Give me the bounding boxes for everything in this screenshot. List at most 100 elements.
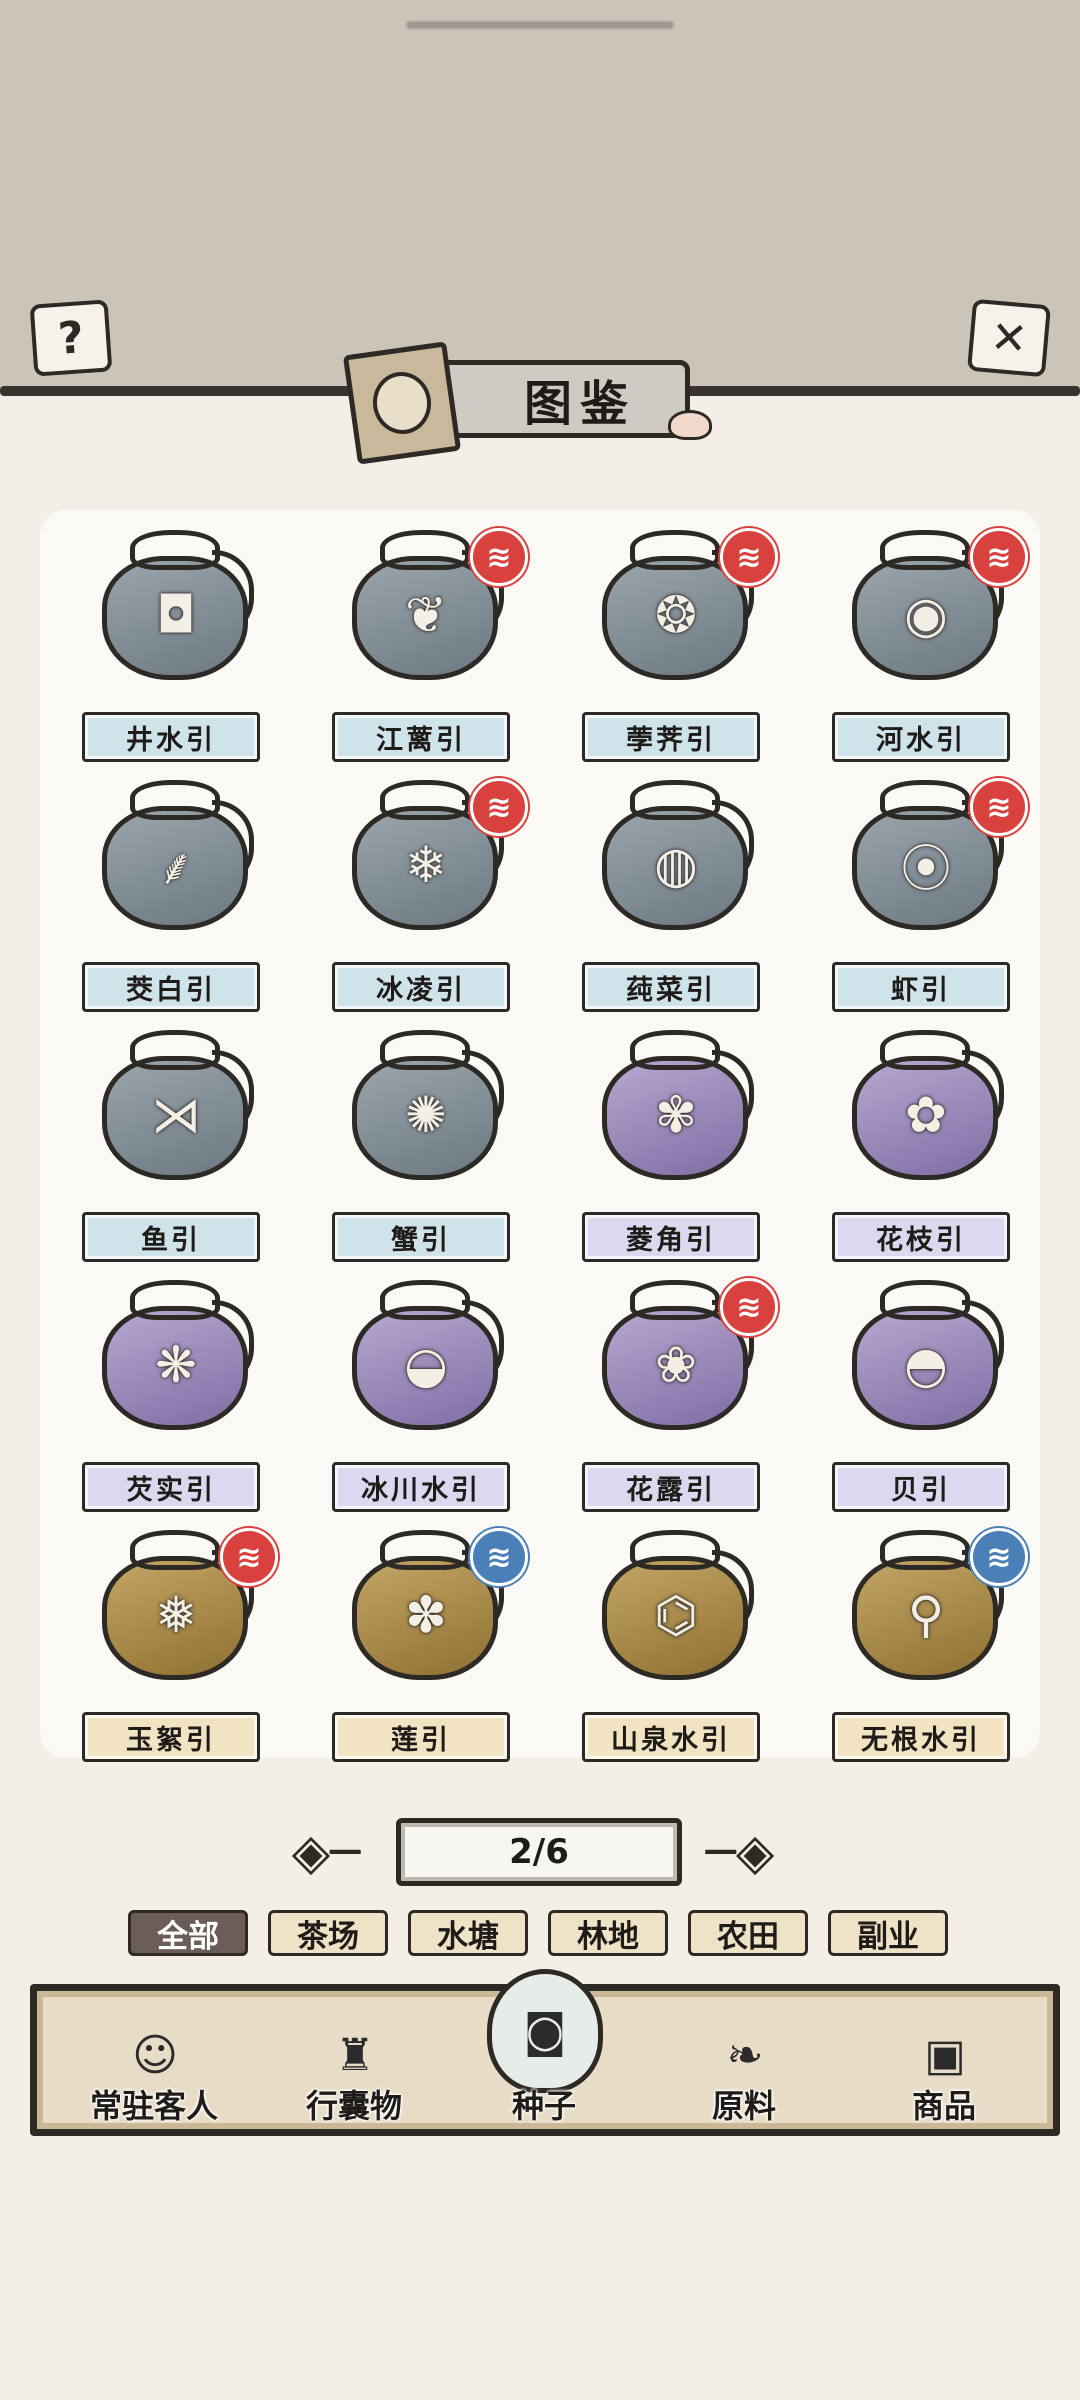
close-x-icon: ✕ xyxy=(988,310,1030,366)
seed-item[interactable]: ⚲ ≋ 无根水引 xyxy=(830,1528,1030,1762)
seed-item[interactable]: ✾ 菱角引 xyxy=(580,1030,780,1262)
bag-knot xyxy=(880,780,970,820)
seed-item[interactable]: ◉ ≋ 河水引 xyxy=(830,528,1030,762)
seed-item[interactable]: ❋ 芡实引 xyxy=(80,1280,280,1512)
bag-knot xyxy=(380,530,470,570)
seed-bag: ◓ xyxy=(850,1280,1004,1432)
seed-label: 莼菜引 xyxy=(582,962,760,1012)
bag-knot xyxy=(130,780,220,820)
filter-tab[interactable]: 林地 xyxy=(548,1910,668,1956)
title-scroll: 图鉴 xyxy=(420,360,690,438)
bottom-tab[interactable]: ☺ 常驻客人 xyxy=(59,1991,249,2129)
red-seal-stamp-icon: ≋ xyxy=(720,528,778,586)
seed-item[interactable]: ◓ 贝引 xyxy=(830,1280,1030,1512)
bag-knot xyxy=(380,780,470,820)
flower-dew-icon: ❀ xyxy=(655,1336,697,1394)
seed-item[interactable]: ❦ ≋ 江蓠引 xyxy=(330,528,530,762)
prev-page-button[interactable]: ◈─ xyxy=(274,1823,378,1881)
seed-item[interactable]: ❂ ≋ 荸荠引 xyxy=(580,528,780,762)
title-banner: 图鉴 xyxy=(342,341,712,465)
seed-label: 蟹引 xyxy=(332,1212,510,1262)
glacier-water-bowl-icon: ◒ xyxy=(404,1336,448,1394)
red-seal-stamp-icon: ≋ xyxy=(720,1278,778,1336)
seed-bag: ✾ xyxy=(600,1030,754,1182)
seed-item[interactable]: ◘ 井水引 xyxy=(80,530,280,762)
seed-item[interactable]: ✿ 花枝引 xyxy=(830,1030,1030,1262)
water-shield-bowl-icon: ◍ xyxy=(654,836,698,894)
crab-icon: ✺ xyxy=(405,1086,447,1144)
red-seal-stamp-icon: ≋ xyxy=(470,528,528,586)
bag-knot xyxy=(130,1030,220,1070)
close-button[interactable]: ✕ xyxy=(967,298,1051,378)
seaweed-twig-icon: ❦ xyxy=(405,586,447,644)
seed-grid-panel: ◘ 井水引 ❦ ≋ 江蓠引 ❂ ≋ 荸荠引 ◉ ≋ 河水引 ⸙ 茭白引 ❄ ≋ 冰凌引 ◍ 莼菜引 ⦿ ≋ 虾引 ⋊ 鱼引 ✺… xyxy=(40,510,1040,1762)
seed-bag: ⌬ xyxy=(600,1530,754,1682)
ornate-left-arrow-icon: ◈─ xyxy=(291,1823,361,1881)
bottom-tab[interactable]: ❧ 原料 xyxy=(649,1991,839,2129)
filter-tab[interactable]: 农田 xyxy=(688,1910,808,1956)
seed-item[interactable]: ⸙ 茭白引 xyxy=(80,780,280,1012)
seed-item[interactable]: ⋊ 鱼引 xyxy=(80,1030,280,1262)
blue-seal-stamp-icon: ≋ xyxy=(470,1528,528,1586)
seed-bag: ⸙ xyxy=(100,780,254,932)
seed-label: 冰川水引 xyxy=(332,1462,510,1512)
seed-label: 芡实引 xyxy=(82,1462,260,1512)
page-number: 2/6 xyxy=(509,1832,569,1872)
seed-item[interactable]: ✽ ≋ 莲引 xyxy=(330,1528,530,1762)
red-seal-stamp-icon: ≋ xyxy=(970,778,1028,836)
bag-knot xyxy=(380,1280,470,1320)
bag-knot xyxy=(130,1530,220,1570)
seed-item[interactable]: ⌬ 山泉水引 xyxy=(580,1530,780,1762)
cuttlefish-icon: ✿ xyxy=(905,1086,947,1144)
bottom-tab[interactable]: ▣ 商品 xyxy=(849,1991,1039,2129)
seed-item[interactable]: ❀ ≋ 花露引 xyxy=(580,1278,780,1512)
bag-knot xyxy=(630,1030,720,1070)
seed-label: 无根水引 xyxy=(832,1712,1010,1762)
seed-item[interactable]: ❄ ≋ 冰凌引 xyxy=(330,778,530,1012)
help-button[interactable]: ? xyxy=(29,299,113,377)
filter-tab[interactable]: 水塘 xyxy=(408,1910,528,1956)
seed-label: 莲引 xyxy=(332,1712,510,1762)
top-band xyxy=(0,0,1080,392)
wooden-bucket-icon: ◘ xyxy=(156,586,196,644)
bag-knot xyxy=(630,530,720,570)
seed-item[interactable]: ⦿ ≋ 虾引 xyxy=(830,778,1030,1012)
foxnut-icon: ❋ xyxy=(155,1336,197,1394)
bottom-tab[interactable]: ◙ 种子 xyxy=(449,1969,639,2129)
bag-knot xyxy=(880,1280,970,1320)
seed-label: 菱角引 xyxy=(582,1212,760,1262)
water-ladle-icon: ◉ xyxy=(904,586,948,644)
water-chestnut-icon: ❂ xyxy=(655,586,697,644)
seed-item[interactable]: ✺ 蟹引 xyxy=(330,1030,530,1262)
filter-tab[interactable]: 副业 xyxy=(828,1910,948,1956)
home-indicator xyxy=(405,20,675,30)
encyclopedia-book-icon xyxy=(342,341,462,465)
bag-knot xyxy=(880,530,970,570)
bag-knot xyxy=(130,530,220,570)
seed-label: 冰凌引 xyxy=(332,962,510,1012)
seed-label: 贝引 xyxy=(832,1462,1010,1512)
ornate-right-arrow-icon: ─◈ xyxy=(705,1823,775,1881)
seed-bag: ✿ xyxy=(850,1030,1004,1182)
bag-knot xyxy=(630,780,720,820)
bag-knot xyxy=(630,1530,720,1570)
bag-knot xyxy=(380,1030,470,1070)
seed-label: 玉絮引 xyxy=(82,1712,260,1762)
seed-bag: ❋ xyxy=(100,1280,254,1432)
red-seal-stamp-icon: ≋ xyxy=(220,1528,278,1586)
next-page-button[interactable]: ─◈ xyxy=(688,1823,792,1881)
bottom-tab[interactable]: ♜ 行囊物 xyxy=(259,1991,449,2129)
bag-knot xyxy=(130,1280,220,1320)
seed-bag-icon: ◙ xyxy=(487,1969,603,2093)
seed-label: 虾引 xyxy=(832,962,1010,1012)
seed-item[interactable]: ❅ ≋ 玉絮引 xyxy=(80,1528,280,1762)
seed-label: 花露引 xyxy=(582,1462,760,1512)
seed-bag: ✺ xyxy=(350,1030,504,1182)
seed-item[interactable]: ◍ 莼菜引 xyxy=(580,780,780,1012)
seed-item[interactable]: ◒ 冰川水引 xyxy=(330,1280,530,1512)
red-seal-stamp-icon: ≋ xyxy=(970,528,1028,586)
filter-tab[interactable]: 茶场 xyxy=(268,1910,388,1956)
filter-tab[interactable]: 全部 xyxy=(128,1910,248,1956)
bottom-tab-label: 原料 xyxy=(711,2087,776,2125)
seed-bag: ◘ xyxy=(100,530,254,682)
